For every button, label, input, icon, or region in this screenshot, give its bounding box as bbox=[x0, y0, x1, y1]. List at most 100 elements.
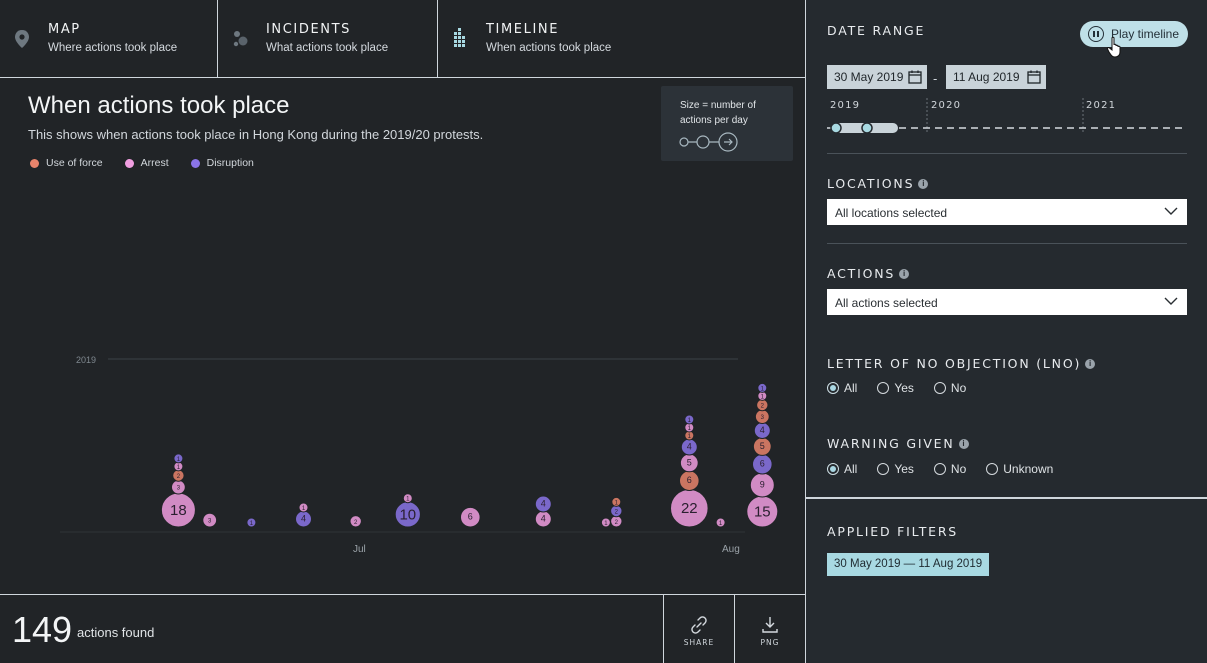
info-icon[interactable]: i bbox=[918, 179, 929, 189]
radio-label: No bbox=[950, 381, 967, 395]
calendar-icon bbox=[1027, 70, 1041, 84]
bubble-label: 6 bbox=[468, 512, 473, 522]
divider bbox=[827, 153, 1187, 154]
tab-timeline[interactable]: TIMELINE When actions took place bbox=[438, 0, 805, 78]
radio-icon bbox=[986, 463, 999, 475]
radio-label: Yes bbox=[894, 381, 914, 395]
timeline-chart: 2019 Jul Aug 232218151096666554444433322… bbox=[60, 355, 779, 555]
radio-icon bbox=[933, 382, 946, 394]
applied-filters-label: APPLIED FILTERS bbox=[827, 524, 959, 539]
warning-label: WARNING GIVEN i bbox=[827, 436, 969, 451]
arrest-dot-icon bbox=[124, 158, 134, 168]
lno-radio-all[interactable]: All bbox=[827, 381, 857, 395]
radio-label: Yes bbox=[894, 462, 914, 476]
radio-label: No bbox=[950, 462, 967, 476]
share-button[interactable]: SHARE bbox=[663, 595, 734, 663]
warning-radio-no[interactable]: No bbox=[933, 462, 967, 476]
date-range-slider[interactable] bbox=[827, 96, 1189, 136]
actions-label: ACTIONS i bbox=[827, 266, 910, 281]
actions-select[interactable]: All actions selected bbox=[827, 289, 1187, 315]
tab-incidents-subtitle: What actions took place bbox=[266, 42, 389, 54]
results-label: actions found bbox=[77, 625, 155, 640]
slider-end-handle[interactable] bbox=[861, 122, 873, 134]
map-pin-icon bbox=[15, 30, 29, 48]
bubble-label: 4 bbox=[541, 499, 546, 509]
lno-label-text: LETTER OF NO OBJECTION (LNO) bbox=[827, 356, 1082, 371]
size-legend-line2: actions per day bbox=[680, 115, 748, 126]
results-footer: 149 actions found SHARE PNG bbox=[0, 594, 805, 663]
incidents-dots-icon bbox=[233, 31, 248, 47]
radio-selected-icon bbox=[827, 382, 839, 394]
legend-item-arrest[interactable]: Arrest bbox=[124, 157, 169, 169]
warning-radio-yes[interactable]: Yes bbox=[877, 462, 914, 476]
tab-map-subtitle: Where actions took place bbox=[48, 42, 178, 54]
bubble-label: 5 bbox=[760, 441, 765, 451]
date-range-label: DATE RANGE bbox=[827, 23, 926, 38]
legend-label: Disruption bbox=[206, 157, 254, 169]
y-tick-2019: 2019 bbox=[76, 355, 96, 365]
download-png-button[interactable]: PNG bbox=[734, 595, 805, 663]
lno-radio-yes[interactable]: Yes bbox=[877, 381, 914, 395]
tab-timeline-subtitle: When actions took place bbox=[486, 42, 612, 54]
play-timeline-button[interactable]: Play timeline bbox=[1080, 21, 1188, 47]
chevron-down-icon bbox=[1164, 297, 1178, 305]
slider-start-handle[interactable] bbox=[830, 122, 842, 134]
locations-select[interactable]: All locations selected bbox=[827, 199, 1187, 225]
bubble-label: 22 bbox=[681, 500, 698, 517]
warning-label-text: WARNING GIVEN bbox=[827, 436, 955, 451]
calendar-icon bbox=[908, 70, 922, 84]
start-date-input[interactable]: 30 May 2019 bbox=[827, 65, 927, 89]
results-count: 149 bbox=[12, 609, 73, 650]
tab-incidents-title: INCIDENTS bbox=[266, 22, 352, 37]
bubble-label: 6 bbox=[687, 475, 692, 485]
radio-icon bbox=[877, 463, 890, 475]
bubble-label: 6 bbox=[760, 459, 765, 469]
use-of-force-dot-icon bbox=[30, 158, 39, 168]
warning-radio-all[interactable]: All bbox=[827, 462, 857, 476]
info-icon[interactable]: i bbox=[1085, 359, 1096, 369]
locations-value: All locations selected bbox=[835, 206, 948, 220]
radio-label: Unknown bbox=[1003, 462, 1054, 476]
legend-label: Arrest bbox=[140, 157, 169, 169]
chart-title: When actions took place bbox=[28, 92, 290, 119]
radio-label: All bbox=[844, 462, 858, 476]
link-icon bbox=[691, 616, 707, 634]
radio-selected-icon bbox=[827, 463, 839, 475]
end-date-input[interactable]: 11 Aug 2019 bbox=[946, 65, 1046, 89]
size-legend-line1: Size = number of bbox=[680, 100, 756, 111]
start-date-value: 30 May 2019 bbox=[834, 70, 904, 84]
download-icon bbox=[762, 617, 778, 633]
timeline-grid-icon bbox=[454, 28, 465, 47]
bubble-label: 4 bbox=[541, 514, 546, 524]
info-icon[interactable]: i bbox=[899, 269, 910, 279]
actions-value: All actions selected bbox=[835, 296, 938, 310]
size-scale-icon bbox=[679, 132, 738, 152]
tab-incidents[interactable]: INCIDENTS What actions took place bbox=[218, 0, 438, 78]
locations-label-text: LOCATIONS bbox=[827, 176, 915, 191]
bubble-label: 10 bbox=[399, 506, 416, 523]
applied-filter-chip[interactable]: 30 May 2019 — 11 Aug 2019 bbox=[827, 553, 990, 576]
tab-timeline-title: TIMELINE bbox=[486, 22, 560, 37]
tab-map[interactable]: MAP Where actions took place bbox=[0, 0, 218, 78]
info-icon[interactable]: i bbox=[958, 439, 969, 449]
warning-radio-unknown[interactable]: Unknown bbox=[986, 462, 1053, 476]
x-tick-jul: Jul bbox=[353, 544, 366, 555]
radio-label: All bbox=[844, 381, 858, 395]
lno-label: LETTER OF NO OBJECTION (LNO) i bbox=[827, 356, 1096, 371]
bubble-label: 4 bbox=[760, 425, 765, 435]
chart-subtitle: This shows when actions took place in Ho… bbox=[28, 127, 484, 142]
main-panel: MAP Where actions took place INCIDENTS W… bbox=[0, 0, 806, 663]
lno-radio-no[interactable]: No bbox=[933, 381, 967, 395]
bubble-label: 18 bbox=[170, 502, 187, 519]
filters-sidebar: DATE RANGE Play timeline 30 May 2019 - 1… bbox=[806, 0, 1207, 663]
view-tabs: MAP Where actions took place INCIDENTS W… bbox=[0, 0, 805, 78]
legend-item-use-of-force[interactable]: Use of force bbox=[30, 157, 103, 169]
tab-map-title: MAP bbox=[48, 22, 81, 37]
bubble-label: 4 bbox=[301, 514, 306, 524]
warning-radio-group: All Yes No Unknown bbox=[827, 462, 1069, 476]
legend-item-disruption[interactable]: Disruption bbox=[190, 157, 254, 169]
bubble-label: 4 bbox=[687, 442, 692, 452]
disruption-dot-icon bbox=[190, 158, 200, 168]
bubble-label: 5 bbox=[687, 457, 692, 467]
bubble-label: 9 bbox=[760, 480, 765, 490]
